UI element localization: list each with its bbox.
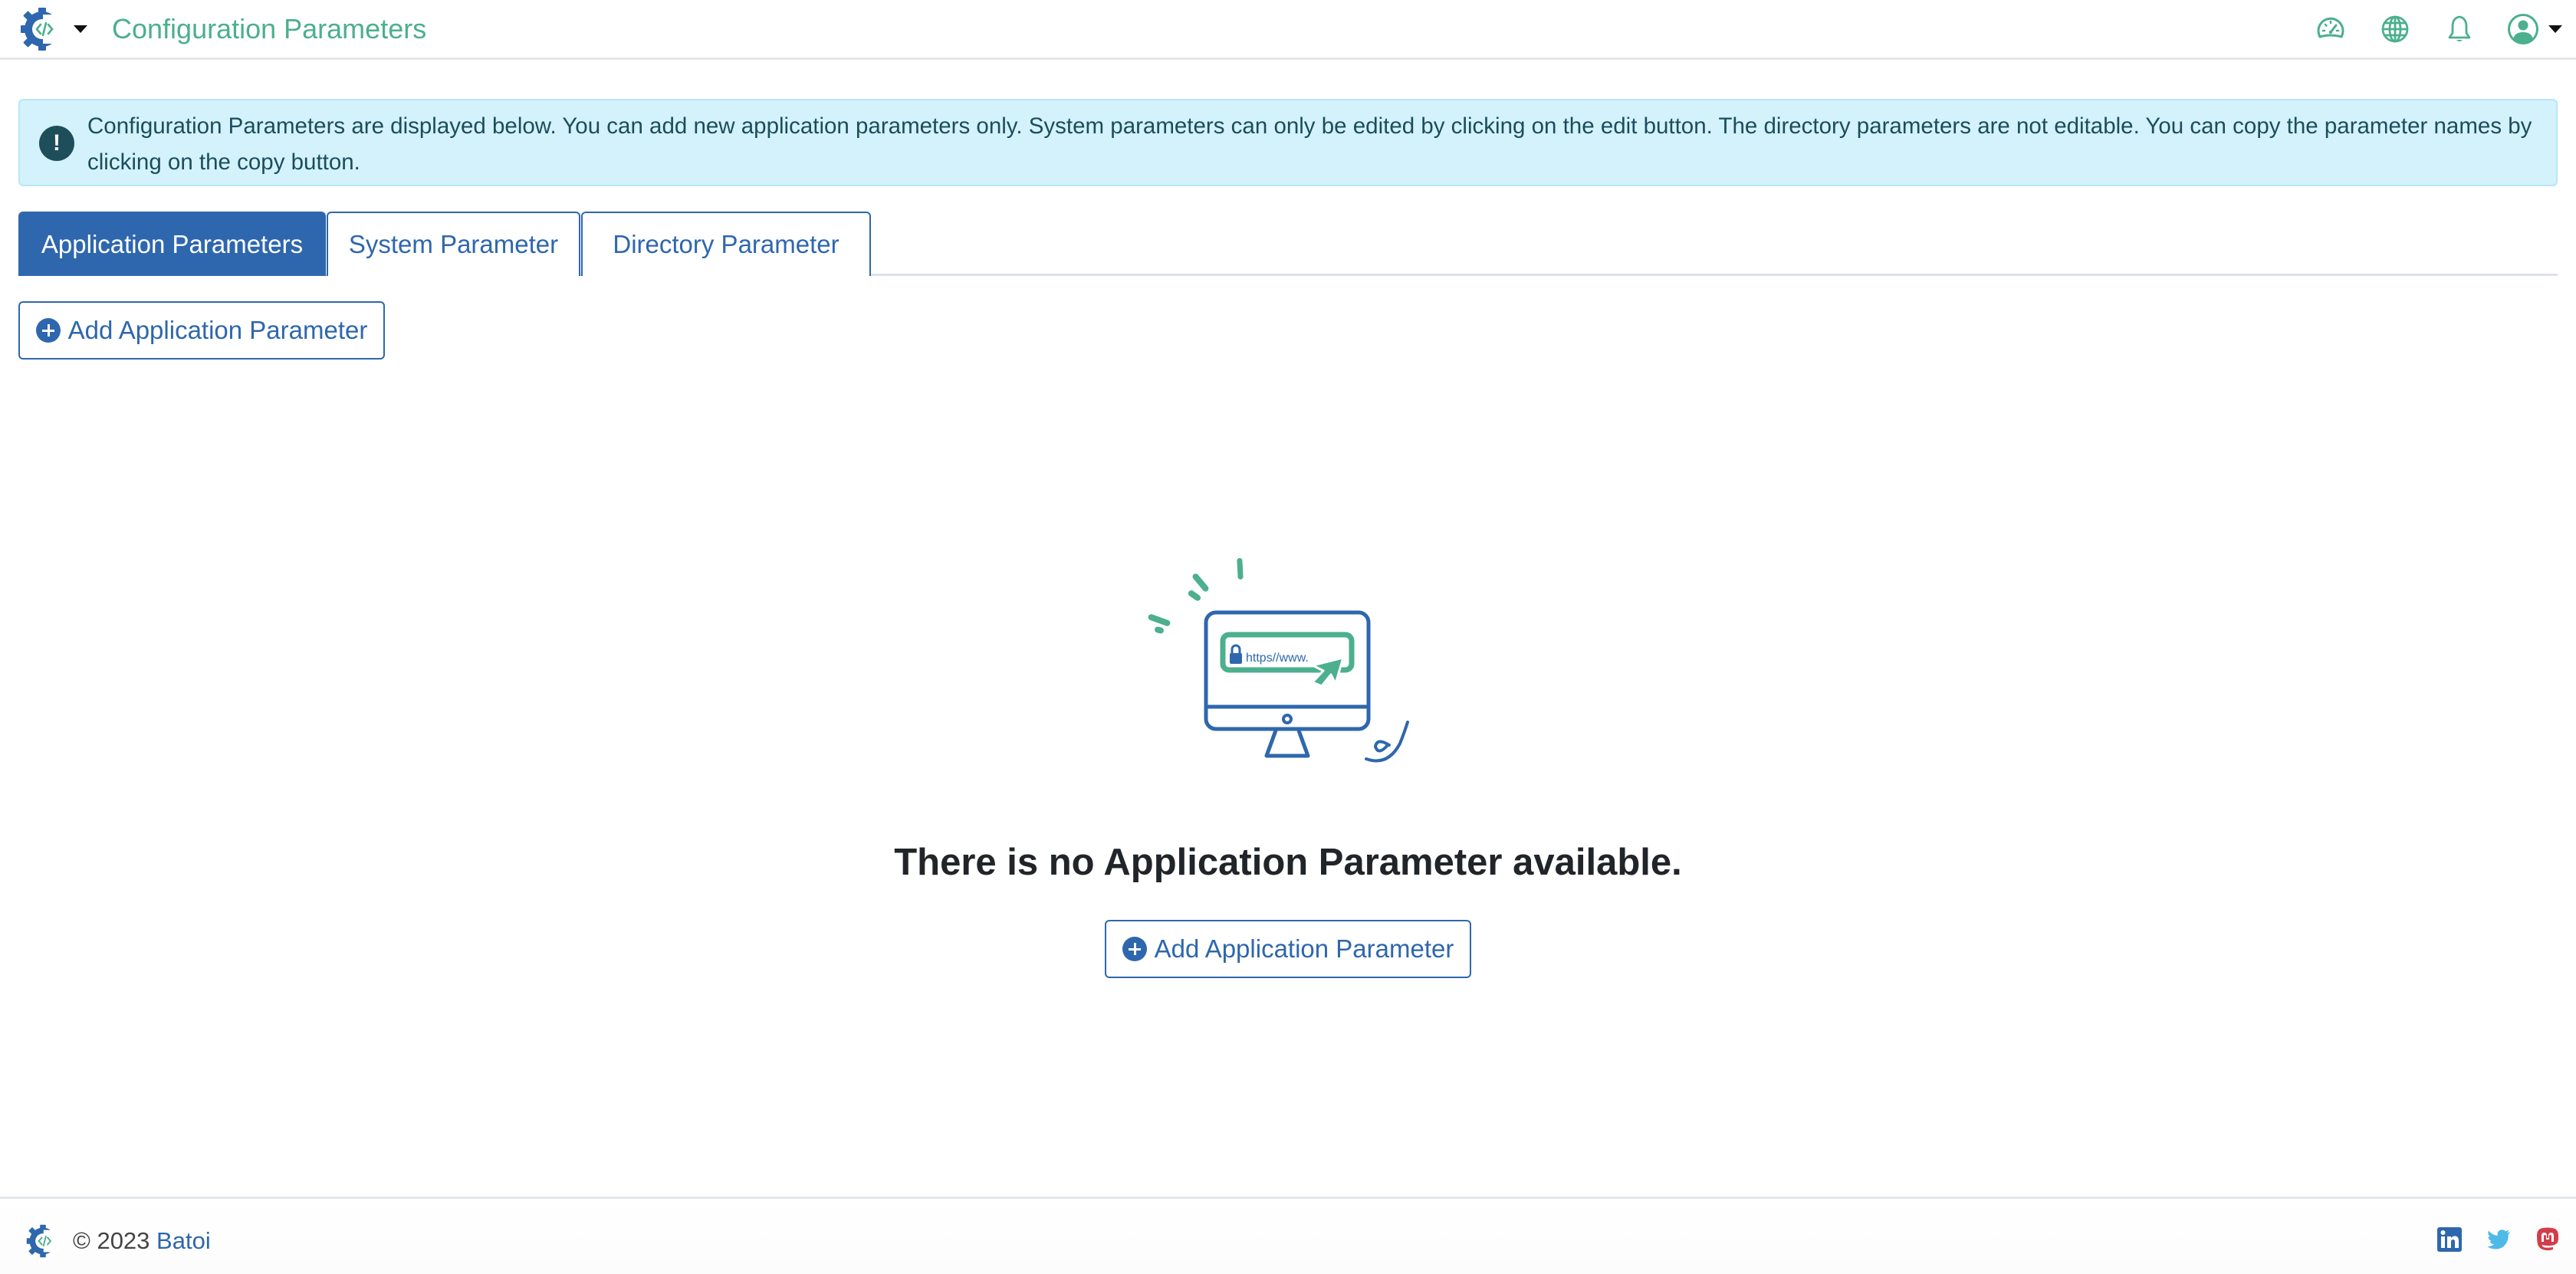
caret-down-icon bbox=[2548, 25, 2562, 33]
linkedin-icon bbox=[2437, 1227, 2462, 1252]
linkedin-link[interactable] bbox=[2436, 1226, 2463, 1253]
gear-code-logo-icon bbox=[21, 8, 64, 51]
user-menu[interactable] bbox=[2507, 13, 2562, 45]
lock-icon bbox=[1230, 653, 1242, 664]
brand-link[interactable]: Batoi bbox=[156, 1227, 211, 1254]
caret-down-icon bbox=[74, 25, 87, 33]
add-application-parameter-button[interactable]: Add Application Parameter bbox=[18, 301, 385, 360]
sparkle-marks bbox=[1148, 557, 1244, 634]
copyright-text: © 2023 bbox=[73, 1227, 150, 1254]
dashboard-button[interactable] bbox=[2314, 12, 2348, 46]
social-links bbox=[2413, 1226, 2561, 1253]
squiggle-mark bbox=[1365, 721, 1409, 763]
url-text: https//www. bbox=[1246, 652, 1309, 665]
parameter-tabs: Application Parameters System Parameter … bbox=[18, 212, 2558, 276]
plus-circle-icon bbox=[1122, 937, 1147, 961]
tab-directory-parameter[interactable]: Directory Parameter bbox=[581, 212, 871, 276]
dashboard-icon bbox=[2317, 17, 2344, 38]
button-label: Add Application Parameter bbox=[67, 316, 368, 344]
empty-state-message: There is no Application Parameter availa… bbox=[894, 842, 1682, 883]
top-navbar: Configuration Parameters bbox=[0, 0, 2576, 60]
twitter-icon bbox=[2487, 1230, 2510, 1249]
plus-circle-icon bbox=[35, 318, 61, 343]
info-alert: ! Configuration Parameters are displayed… bbox=[18, 99, 2558, 186]
footer: © 2023 Batoi bbox=[0, 1197, 2576, 1274]
tab-application-parameters[interactable]: Application Parameters bbox=[18, 212, 326, 276]
exclamation-icon: ! bbox=[39, 126, 74, 161]
mastodon-icon bbox=[2537, 1227, 2558, 1251]
user-icon bbox=[2508, 14, 2538, 44]
header-actions bbox=[2283, 11, 2562, 48]
mastodon-link[interactable] bbox=[2535, 1226, 2561, 1253]
empty-state-add-button[interactable]: Add Application Parameter bbox=[1105, 920, 1471, 978]
copyright: © 2023 Batoi bbox=[73, 1225, 211, 1257]
alert-message: Configuration Parameters are displayed b… bbox=[87, 113, 2532, 175]
notifications-button[interactable] bbox=[2443, 12, 2476, 46]
batoi-logo-icon bbox=[26, 1224, 60, 1258]
globe-icon bbox=[2381, 15, 2409, 43]
twitter-link[interactable] bbox=[2486, 1226, 2512, 1253]
app-logo-menu[interactable] bbox=[20, 8, 93, 51]
button-label: Add Application Parameter bbox=[1154, 934, 1454, 963]
bell-icon bbox=[2448, 15, 2471, 41]
page-title: Configuration Parameters bbox=[112, 13, 427, 44]
tab-system-parameter[interactable]: System Parameter bbox=[327, 212, 580, 276]
language-button[interactable] bbox=[2378, 12, 2412, 46]
empty-state-illustration: https//www. bbox=[1148, 557, 1409, 763]
